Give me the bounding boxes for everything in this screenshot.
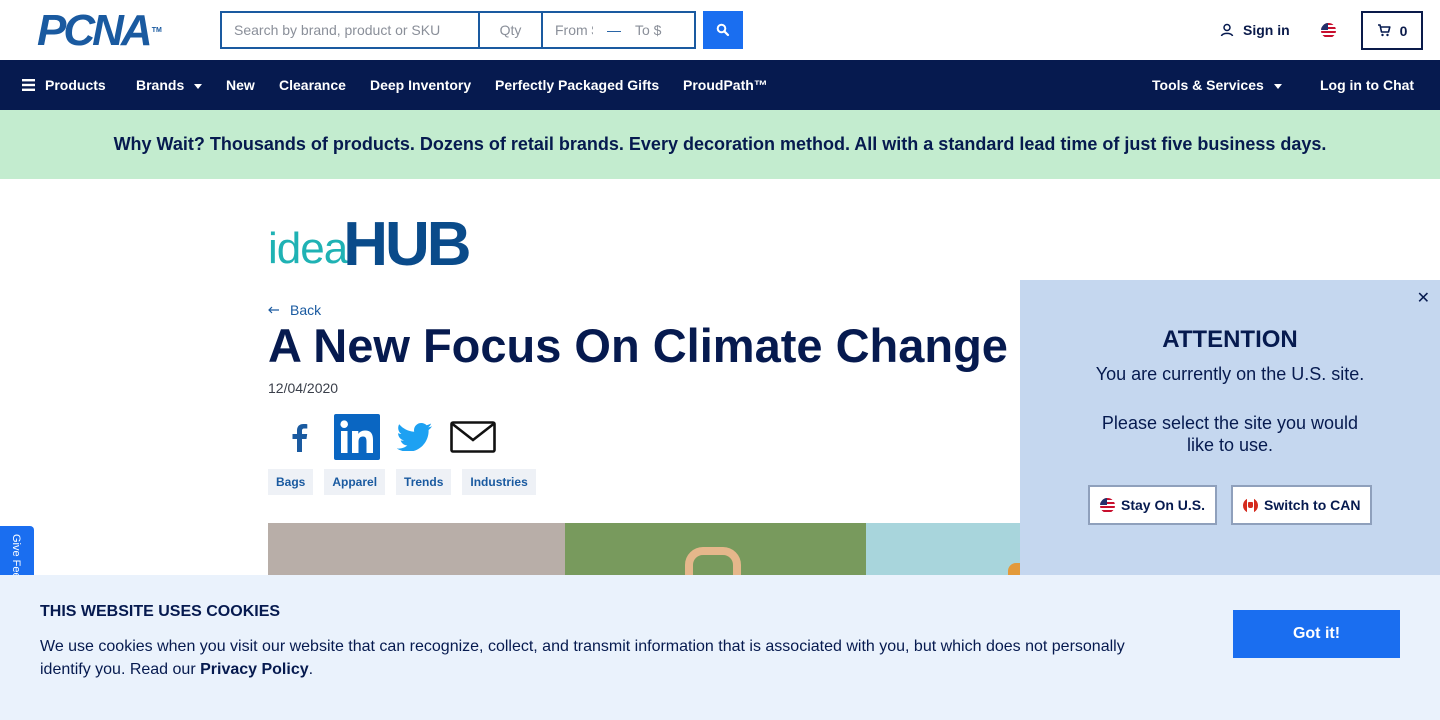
user-icon — [1220, 23, 1234, 37]
price-to-input[interactable] — [623, 13, 685, 47]
cookie-text: We use cookies when you visit our websit… — [40, 635, 1150, 681]
feedback-label: Give Feedback — [10, 534, 22, 576]
main-nav: Products Brands New Clearance Deep Inven… — [0, 60, 1440, 110]
promo-text: Why Wait? Thousands of products. Dozens … — [113, 134, 1327, 154]
ideahub-logo[interactable]: idea HUB — [268, 210, 472, 279]
pcna-logo[interactable]: PCNA TM — [37, 9, 162, 53]
modal-heading: ATTENTION — [1162, 326, 1298, 353]
nav-deep-inventory-label: Deep Inventory — [370, 77, 472, 93]
nav-new[interactable]: New — [226, 60, 255, 110]
sign-in-link[interactable]: Sign in — [1220, 22, 1290, 38]
nav-clearance[interactable]: Clearance — [279, 60, 346, 110]
nav-gifts[interactable]: Perfectly Packaged Gifts — [495, 60, 659, 110]
country-selector-modal: ✕ ATTENTION You are currently on the U.S… — [1020, 280, 1440, 575]
search-icon — [716, 23, 730, 37]
promo-banner: Why Wait? Thousands of products. Dozens … — [0, 110, 1440, 179]
hero-panel-green — [565, 523, 866, 575]
switch-can-label: Switch to CAN — [1264, 497, 1361, 513]
tag-apparel[interactable]: Apparel — [324, 469, 386, 495]
bag-handle-shape — [685, 547, 741, 575]
quantity-input[interactable] — [478, 11, 541, 49]
linkedin-icon — [334, 414, 380, 460]
modal-current-site-text: You are currently on the U.S. site. — [1095, 364, 1365, 384]
nav-proudpath-label: ProudPath™ — [683, 77, 768, 93]
nav-tools-label: Tools & Services — [1152, 77, 1264, 93]
search-form: — — [220, 11, 696, 49]
article-title: A New Focus On Climate Change — [268, 319, 1008, 372]
stay-us-label: Stay On U.S. — [1121, 497, 1206, 513]
close-icon[interactable]: ✕ — [1417, 288, 1430, 308]
arrow-left-icon — [268, 306, 279, 314]
article-date: 12/04/2020 — [268, 380, 339, 396]
cookie-heading: THIS WEBSITE USES COOKIES — [40, 603, 281, 620]
ideahub-logo-idea: idea — [268, 224, 348, 273]
tag-list: Bags Apparel Trends Industries — [268, 469, 536, 495]
stay-us-button[interactable]: Stay On U.S. — [1088, 485, 1218, 525]
hero-panel-gray — [268, 523, 565, 575]
us-flag-icon[interactable] — [1321, 23, 1336, 38]
cart-button[interactable]: 0 — [1361, 11, 1423, 50]
email-icon — [450, 421, 496, 453]
nav-deep-inventory[interactable]: Deep Inventory — [370, 60, 471, 110]
site-header: PCNATM — Sign in 0 — [0, 0, 1440, 60]
email-share-button[interactable] — [444, 414, 502, 460]
nav-brands[interactable]: Brands — [136, 60, 203, 110]
modal-select-site-text: Please select the site you would like to… — [1101, 413, 1359, 455]
hero-orange-shape — [1008, 563, 1020, 575]
canada-flag-icon — [1243, 497, 1259, 513]
cart-count: 0 — [1399, 22, 1408, 39]
caret-down-icon — [1273, 83, 1282, 89]
switch-can-button[interactable]: Switch to CAN — [1231, 485, 1373, 525]
menu-icon — [22, 79, 35, 91]
nav-chat-label: Log in to Chat — [1320, 77, 1415, 93]
modal-buttons: Stay On U.S. Switch to CAN — [1088, 485, 1373, 525]
caret-down-icon — [194, 83, 203, 89]
price-from-input[interactable] — [543, 13, 605, 47]
feedback-tab[interactable]: Give Feedback — [0, 526, 34, 576]
nav-chat-login[interactable]: Log in to Chat — [1320, 60, 1414, 110]
nav-new-label: New — [226, 77, 255, 93]
cookie-period: . — [308, 661, 314, 678]
us-flag-icon — [1100, 497, 1115, 513]
price-range: — — [541, 11, 696, 49]
search-input[interactable] — [220, 11, 478, 49]
share-bar — [270, 414, 502, 460]
price-range-dash: — — [607, 22, 621, 38]
ideahub-logo-hub: HUB — [343, 210, 471, 279]
article-hero-image — [268, 523, 1020, 575]
facebook-share-button[interactable] — [270, 414, 328, 460]
nav-clearance-label: Clearance — [279, 77, 346, 93]
cookie-banner: THIS WEBSITE USES COOKIES We use cookies… — [0, 575, 1440, 720]
nav-gifts-label: Perfectly Packaged Gifts — [495, 77, 660, 93]
back-link[interactable]: Back — [268, 302, 321, 318]
tag-bags[interactable]: Bags — [268, 469, 314, 495]
cart-icon — [1377, 24, 1391, 37]
linkedin-share-button[interactable] — [328, 414, 386, 460]
privacy-policy-link[interactable]: Privacy Policy — [200, 661, 309, 678]
hero-panel-blue — [866, 523, 1020, 575]
tag-industries[interactable]: Industries — [462, 469, 536, 495]
nav-tools-services[interactable]: Tools & Services — [1152, 60, 1282, 110]
nav-products[interactable]: Products — [22, 60, 106, 110]
tag-trends[interactable]: Trends — [396, 469, 452, 495]
sign-in-label: Sign in — [1243, 22, 1290, 38]
nav-proudpath[interactable]: ProudPath™ — [683, 60, 768, 110]
cookie-accept-button[interactable]: Got it! — [1233, 610, 1400, 658]
back-label: Back — [290, 302, 322, 318]
nav-brands-label: Brands — [136, 77, 185, 93]
twitter-icon — [397, 423, 432, 451]
facebook-icon — [292, 424, 308, 452]
search-button[interactable] — [703, 11, 743, 49]
nav-products-label: Products — [45, 77, 106, 93]
twitter-share-button[interactable] — [386, 414, 444, 460]
